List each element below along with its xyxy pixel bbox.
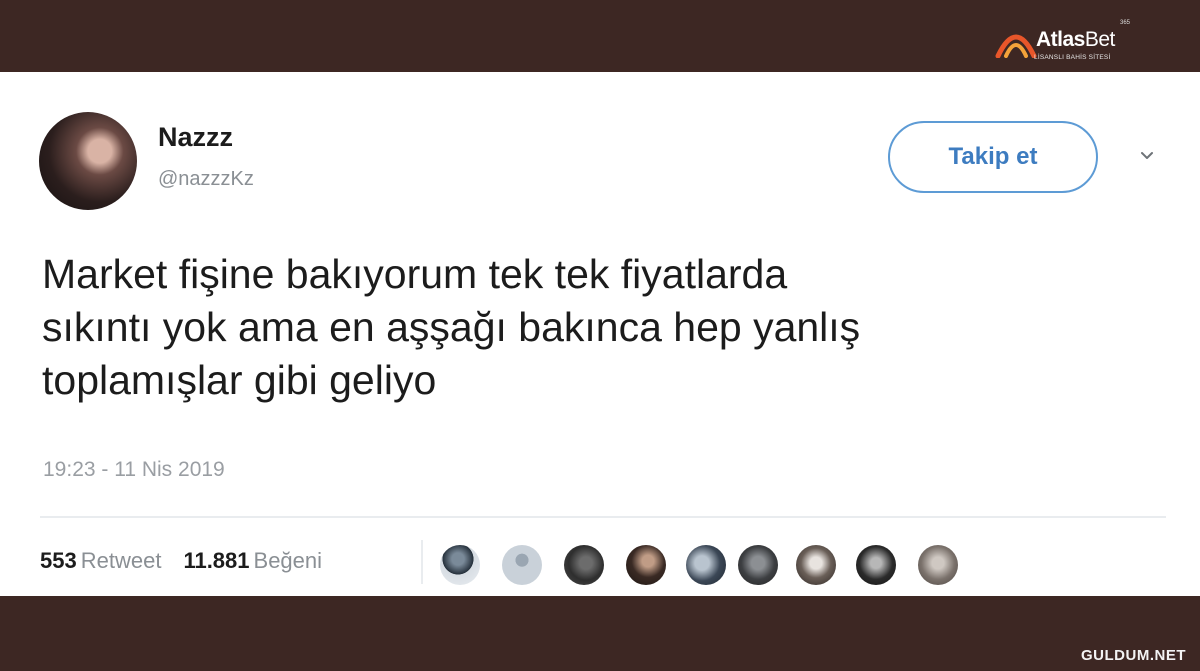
liker-avatar[interactable] — [686, 545, 726, 585]
retweet-count: 553 — [40, 548, 77, 573]
user-handle[interactable]: @nazzzKz — [158, 168, 254, 191]
avatar[interactable] — [39, 112, 137, 210]
tweet-text-line: Market fişine bakıyorum tek tek fiyatlar… — [42, 251, 788, 297]
divider — [40, 516, 1166, 518]
liker-avatar[interactable] — [796, 545, 836, 585]
liker-avatar[interactable] — [626, 545, 666, 585]
bottom-banner — [0, 596, 1200, 671]
tweet-timestamp[interactable]: 19:23 - 11 Nis 2019 — [43, 458, 225, 482]
liker-avatar[interactable] — [738, 545, 778, 585]
like-count: 11.881 — [183, 548, 250, 573]
tweet-stats: 553 Retweet 11.881 Beğeni — [40, 548, 322, 574]
atlasbet-logo: AtlasBet 365 LİSANSLI BAHİS SİTESİ — [994, 18, 1164, 64]
brand-superscript: 365 — [1120, 20, 1131, 26]
retweet-stat[interactable]: 553 Retweet — [40, 548, 161, 573]
like-stat[interactable]: 11.881 Beğeni — [183, 548, 322, 573]
tweet-text-line: sıkıntı yok ama en aşşağı bakınca hep ya… — [42, 304, 861, 350]
liker-avatar[interactable] — [440, 545, 480, 585]
brand-name: AtlasBet — [1036, 28, 1115, 51]
follow-button[interactable]: Takip et — [888, 121, 1098, 193]
stats-separator — [421, 540, 423, 584]
liker-avatar[interactable] — [918, 545, 958, 585]
like-label: Beğeni — [253, 548, 323, 573]
liker-avatar[interactable] — [502, 545, 542, 585]
atlasbet-arch-icon — [995, 34, 1037, 58]
display-name[interactable]: Nazzz — [158, 122, 233, 153]
liker-avatar[interactable] — [564, 545, 604, 585]
tweet-text-line: toplamışlar gibi geliyo — [42, 357, 437, 403]
chevron-down-icon[interactable] — [1140, 149, 1154, 163]
tweet-text: Market fişine bakıyorum tek tek fiyatlar… — [42, 248, 1142, 407]
watermark: GULDUM.NET — [1081, 647, 1186, 664]
retweet-label: Retweet — [80, 548, 162, 573]
liker-avatar[interactable] — [856, 545, 896, 585]
brand-tagline: LİSANSLI BAHİS SİTESİ — [1034, 54, 1111, 61]
